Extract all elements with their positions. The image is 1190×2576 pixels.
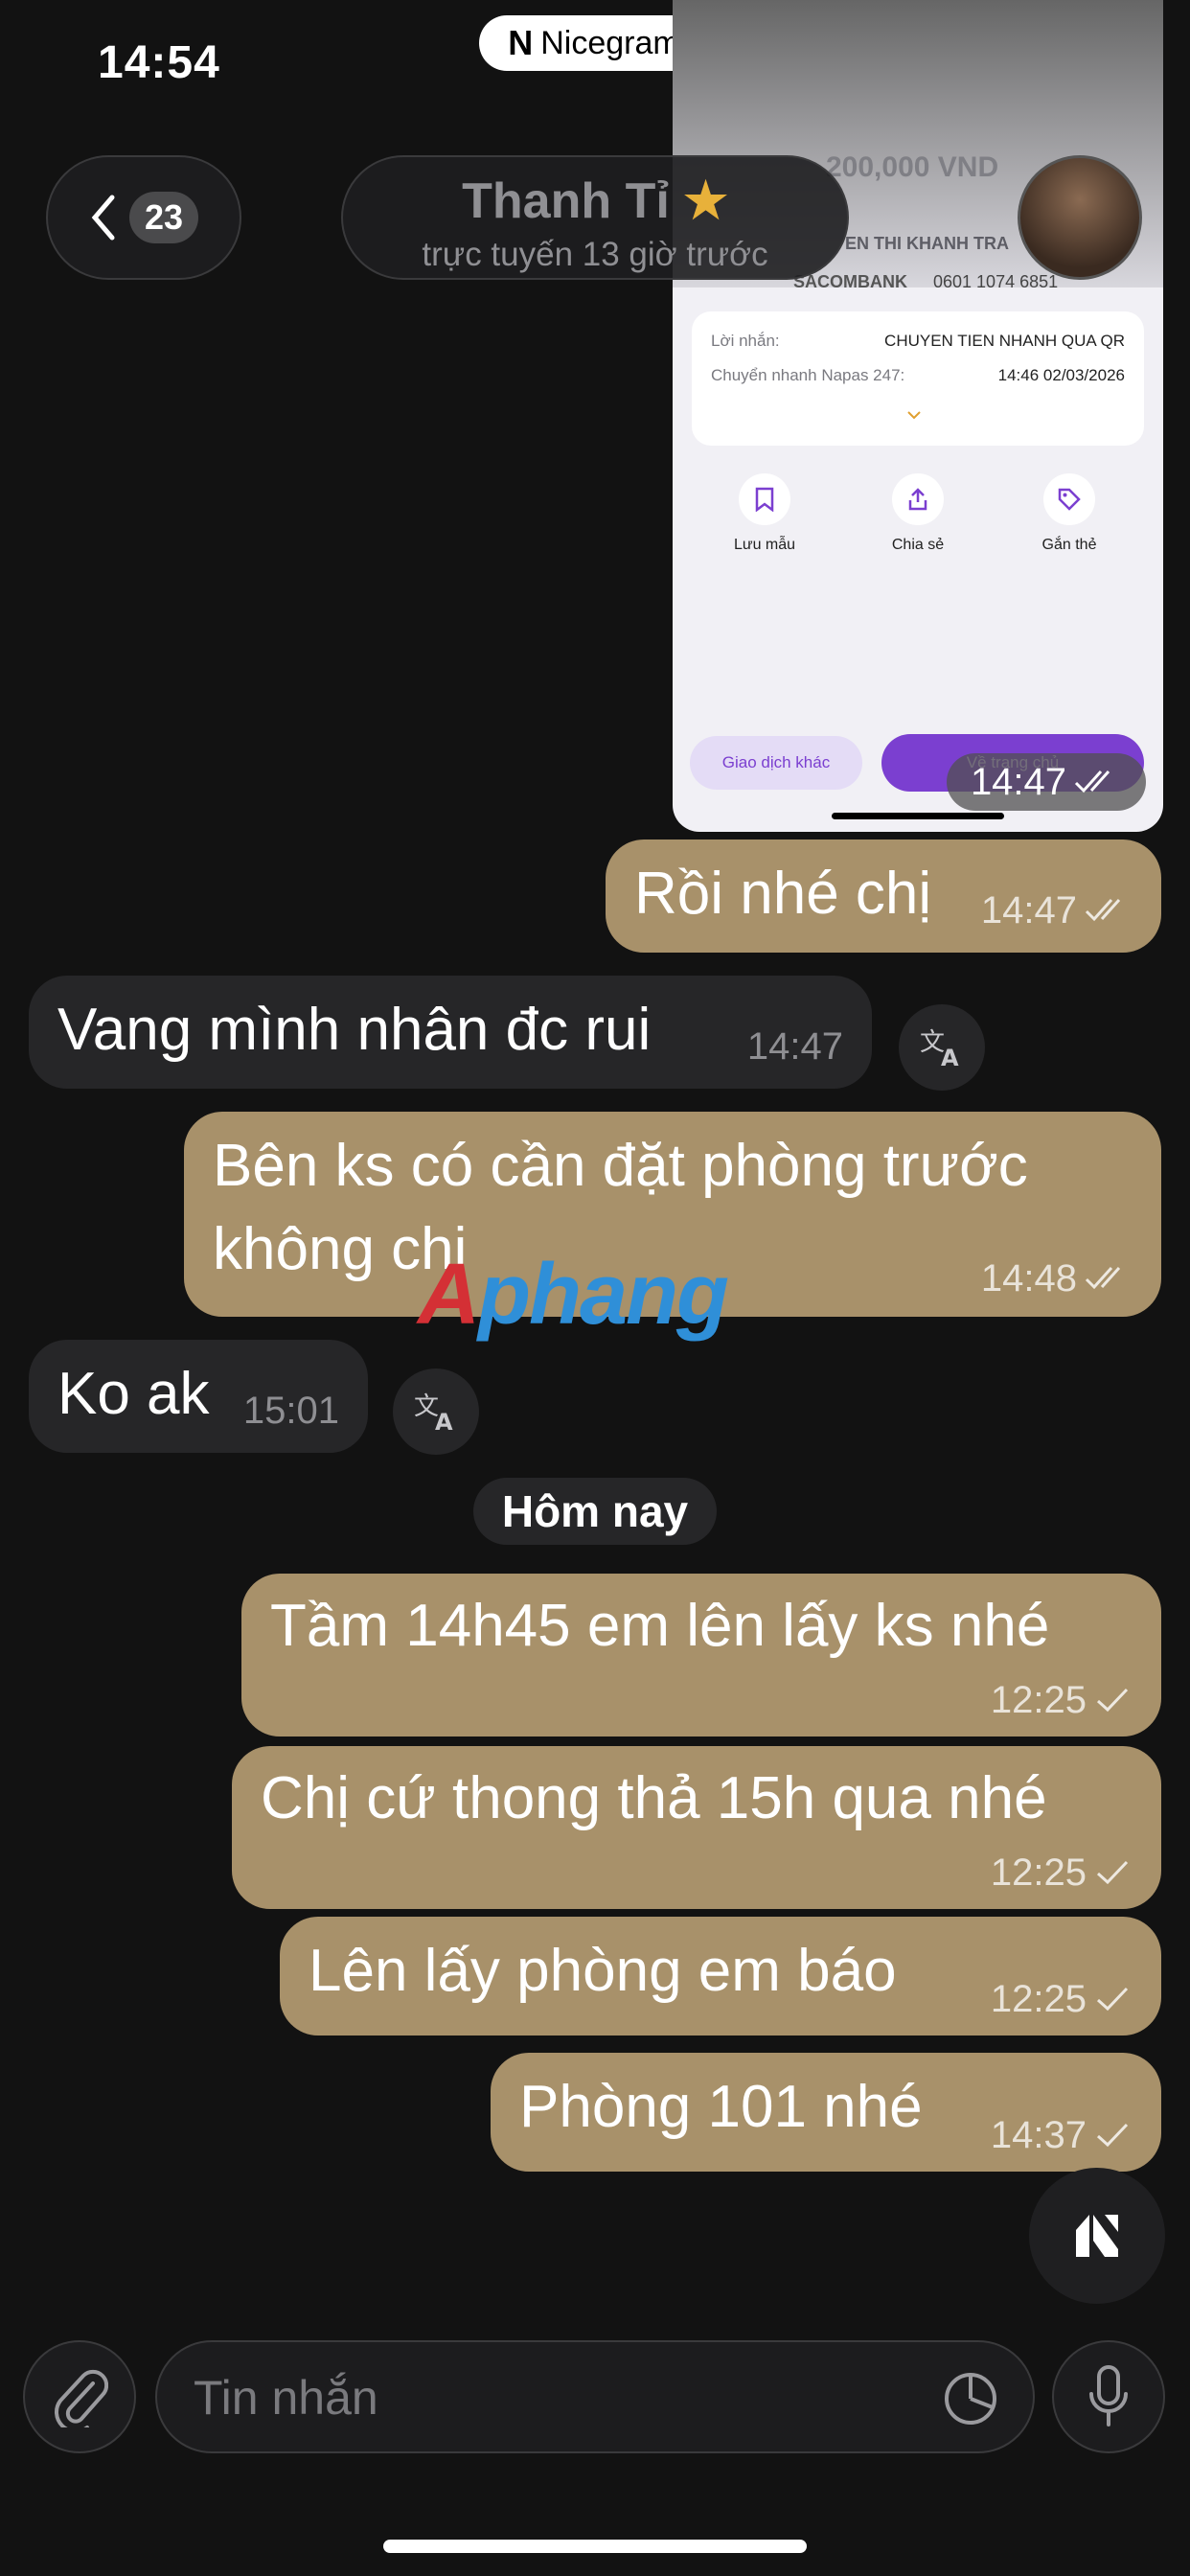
chevron-left-icon — [91, 195, 115, 241]
message-timestamp: 14:47 — [947, 753, 1146, 811]
message-time: 14:47 — [980, 889, 1077, 932]
message-time: 14:37 — [990, 2114, 1087, 2156]
double-check-icon — [1074, 770, 1110, 794]
message-time: 14:47 — [746, 1025, 843, 1068]
other-transaction-button: Giao dịch khác — [690, 736, 862, 790]
double-check-icon — [1085, 1266, 1121, 1290]
check-icon — [1096, 2123, 1129, 2148]
translate-icon: 文A — [920, 1028, 959, 1070]
paperclip-icon — [55, 2369, 108, 2427]
detail-label: Lời nhắn: — [711, 332, 780, 350]
message-meta: 14:47 — [981, 884, 1133, 937]
message-text: Rồi nhé chị — [634, 861, 932, 927]
svg-text:A: A — [941, 1045, 959, 1070]
message-meta: 12:25 — [991, 1673, 1133, 1727]
chat-title[interactable]: Thanh Tỉ ★ trực tuyến 13 giờ trước — [341, 155, 849, 280]
save-template-action: Lưu mẫu — [717, 473, 812, 554]
message-input-container[interactable] — [155, 2340, 1035, 2453]
avatar[interactable] — [1018, 155, 1142, 280]
contact-name: Thanh Tỉ — [462, 173, 670, 229]
incoming-message[interactable]: Vang mình nhân đc rui 14:47 — [29, 976, 872, 1089]
translate-button[interactable]: 文A — [393, 1368, 479, 1455]
sticker-icon[interactable] — [943, 2371, 998, 2426]
status-time: 14:54 — [98, 37, 220, 88]
nicegram-logo-icon — [1076, 2215, 1118, 2257]
outgoing-message[interactable]: Rồi nhé chị 14:47 — [606, 840, 1161, 953]
chevron-down-icon — [907, 411, 921, 420]
action-label: Lưu mẫu — [733, 537, 796, 553]
message-meta: 14:48 — [981, 1252, 1133, 1305]
message-text: Chị cứ thong thả 15h qua nhé — [261, 1765, 1047, 1831]
date-separator: Hôm nay — [473, 1478, 717, 1545]
outgoing-message[interactable]: Chị cứ thong thả 15h qua nhé 12:25 — [232, 1746, 1161, 1909]
bank-name: SACOMBANK — [793, 272, 907, 291]
app-name: Nicegram — [540, 24, 680, 61]
message-meta: 12:25 — [991, 1846, 1133, 1899]
message-meta: 12:25 — [991, 1972, 1133, 2026]
message-time: 15:01 — [242, 1390, 339, 1432]
check-icon — [1096, 1860, 1129, 1885]
star-icon: ★ — [683, 173, 728, 229]
translate-icon: 文A — [414, 1392, 453, 1434]
translate-button[interactable]: 文A — [899, 1004, 985, 1091]
detail-label: Chuyển nhanh Napas 247: — [711, 366, 905, 384]
transfer-amount: 200,000 VND — [826, 151, 999, 183]
check-icon — [1096, 1987, 1129, 2012]
action-label: Chia sẻ — [891, 537, 945, 553]
watermark-logo: Aphang — [418, 1247, 729, 1343]
bookmark-icon — [755, 487, 774, 512]
account-number: 0601 1074 6851 — [933, 272, 1059, 291]
message-meta: 14:47 — [747, 1020, 843, 1073]
message-meta: 15:01 — [243, 1384, 339, 1438]
double-check-icon — [1085, 898, 1121, 922]
message-time: 12:25 — [990, 1679, 1087, 1721]
message-time: 14:48 — [980, 1257, 1077, 1300]
image-message[interactable]: 200,000 VND EN THI KHANH TRA SACOMBANK 0… — [673, 0, 1163, 832]
outgoing-message[interactable]: Tầm 14h45 em lên lấy ks nhé 12:25 — [241, 1574, 1161, 1736]
check-icon — [1096, 1688, 1129, 1713]
detail-value: 14:46 02/03/2026 — [997, 366, 1125, 384]
tag-icon — [1058, 488, 1081, 511]
message-input[interactable] — [192, 2342, 924, 2453]
message-time: 12:25 — [990, 1978, 1087, 2020]
share-action: Chia sẻ — [870, 473, 966, 554]
home-indicator — [383, 2540, 807, 2553]
message-time: 12:25 — [990, 1852, 1087, 1894]
incoming-message[interactable]: Ko ak 15:01 — [29, 1340, 368, 1453]
message-text: Tầm 14h45 em lên lấy ks nhé — [270, 1593, 1050, 1659]
tag-action: Gắn thẻ — [1021, 473, 1117, 554]
contact-status: trực tuyến 13 giờ trước — [422, 236, 768, 273]
detail-value: CHUYEN TIEN NHANH QUA QR — [884, 332, 1125, 350]
message-meta: 14:37 — [991, 2108, 1133, 2162]
outgoing-message[interactable]: Phòng 101 nhé 14:37 — [491, 2053, 1161, 2172]
outgoing-message[interactable]: Lên lấy phòng em báo 12:25 — [280, 1917, 1161, 2036]
recipient-name: EN THI KHANH TRA — [845, 234, 1009, 253]
screenshot-home-bar — [832, 813, 1004, 819]
microphone-icon — [1089, 2365, 1128, 2426]
contact-name-row: Thanh Tỉ ★ — [343, 172, 847, 230]
nicegram-assistant-button[interactable] — [1029, 2168, 1165, 2304]
message-text: Phòng 101 nhé — [519, 2074, 923, 2140]
message-text: Lên lấy phòng em báo — [309, 1938, 897, 2004]
share-icon — [908, 488, 927, 511]
unread-count-badge: 23 — [128, 192, 199, 243]
microphone-button[interactable] — [1052, 2340, 1165, 2453]
message-text: Vang mình nhân đc rui — [57, 997, 652, 1063]
svg-text:A: A — [435, 1409, 453, 1434]
action-label: Gắn thẻ — [1041, 537, 1097, 553]
attach-button[interactable] — [23, 2340, 136, 2453]
message-text: Ko ak — [57, 1361, 210, 1427]
back-button[interactable]: 23 — [46, 155, 241, 280]
nicegram-logo-icon: N — [508, 23, 534, 62]
timestamp-text: 14:47 — [970, 760, 1067, 803]
